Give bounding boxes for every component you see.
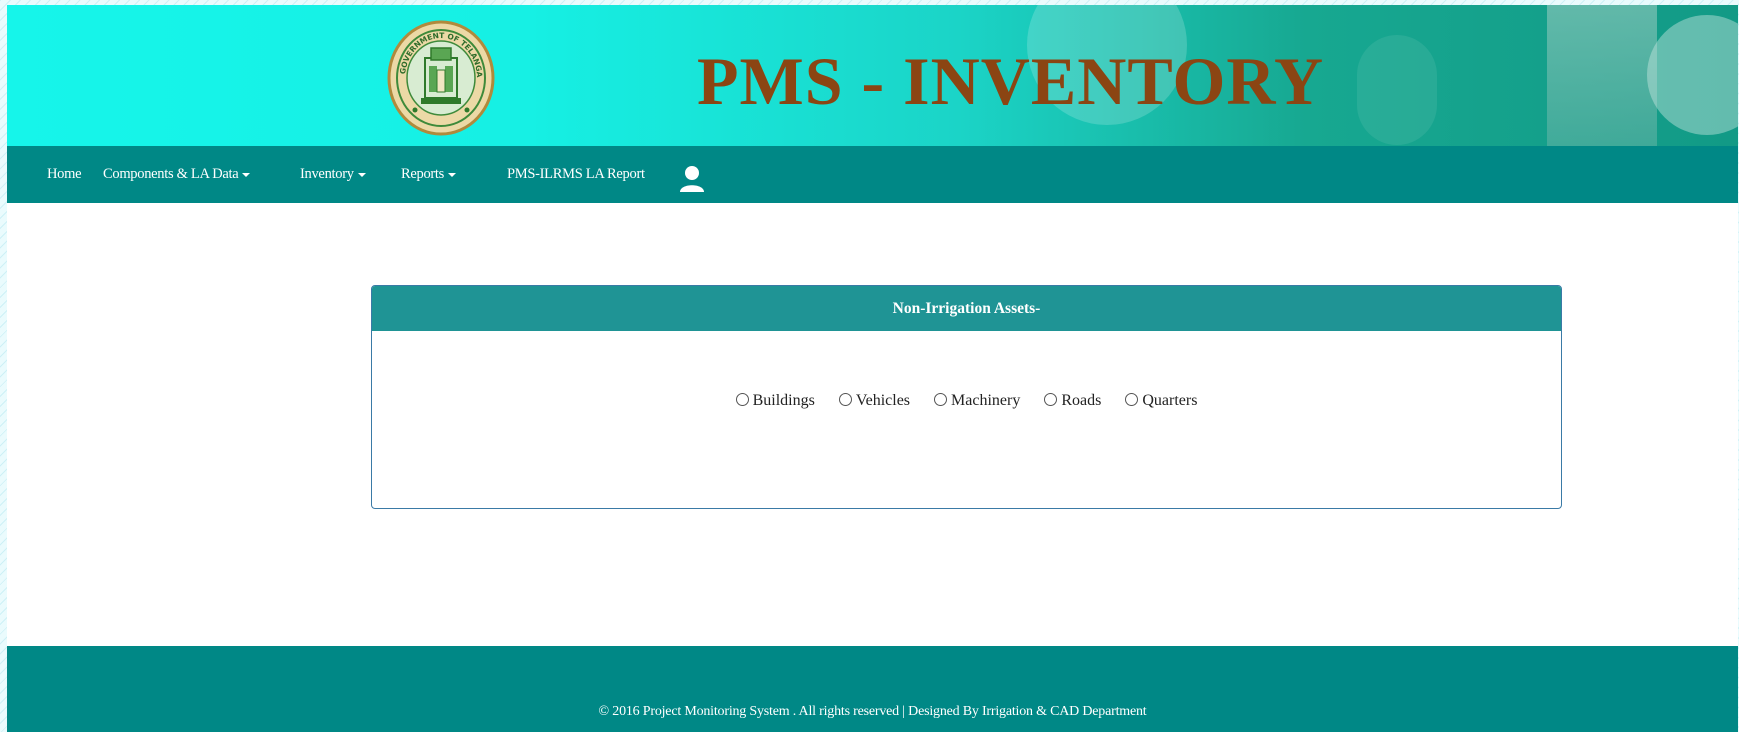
nav-components-la-data-label: Components & LA Data	[103, 166, 239, 182]
asset-type-radio-group: Buildings Vehicles Machinery Roads Quart…	[372, 392, 1561, 410]
radio-button[interactable]	[735, 393, 749, 406]
user-icon-graphic	[680, 166, 704, 192]
nav-pms-ilrms-la-report-label: PMS-ILRMS LA Report	[507, 166, 645, 182]
radio-roads-label: Roads	[1061, 392, 1102, 409]
chevron-down-icon	[357, 172, 366, 177]
banner-decoration	[1647, 15, 1738, 135]
radio-quarters[interactable]: Quarters	[1125, 392, 1197, 410]
nav-pms-ilrms-la-report[interactable]: PMS-ILRMS LA Report	[507, 146, 645, 203]
user-icon[interactable]	[679, 165, 705, 193]
radio-button[interactable]	[1125, 393, 1139, 406]
footer-copyright: © 2016 Project Monitoring System . All r…	[598, 704, 1147, 719]
banner-decoration	[1547, 5, 1657, 146]
radio-button[interactable]	[934, 393, 948, 406]
non-irrigation-assets-panel: Non-Irrigation Assets- Buildings Vehicle…	[371, 285, 1562, 509]
emblem-graphic: GOVERNMENT OF TELANGANA	[382, 11, 495, 136]
main-navbar: Home Components & LA Data Inventory Repo…	[7, 146, 1738, 203]
radio-quarters-label: Quarters	[1142, 392, 1198, 409]
page: GOVERNMENT OF TELANGANA PMS - INVENTORY …	[7, 5, 1738, 732]
nav-home[interactable]: Home	[47, 146, 82, 203]
nav-reports[interactable]: Reports	[401, 146, 457, 203]
page-footer: © 2016 Project Monitoring System . All r…	[7, 646, 1738, 732]
nav-inventory[interactable]: Inventory	[300, 146, 366, 203]
radio-roads[interactable]: Roads	[1044, 392, 1101, 410]
panel-heading: Non-Irrigation Assets-	[372, 286, 1561, 331]
radio-buildings-label: Buildings	[752, 392, 815, 409]
radio-button[interactable]	[1044, 393, 1058, 406]
nav-home-label: Home	[47, 166, 82, 182]
header-banner: GOVERNMENT OF TELANGANA PMS - INVENTORY	[7, 5, 1738, 146]
app-title: PMS - INVENTORY	[697, 43, 1325, 119]
nav-components-la-data[interactable]: Components & LA Data	[103, 146, 251, 203]
radio-vehicles[interactable]: Vehicles	[838, 392, 911, 410]
chevron-down-icon	[242, 172, 251, 177]
nav-inventory-label: Inventory	[300, 166, 354, 182]
chevron-down-icon	[448, 172, 457, 177]
radio-machinery[interactable]: Machinery	[934, 392, 1020, 410]
nav-reports-label: Reports	[401, 166, 445, 182]
government-emblem-icon: GOVERNMENT OF TELANGANA	[382, 11, 497, 138]
radio-machinery-label: Machinery	[951, 392, 1021, 409]
radio-button[interactable]	[838, 393, 852, 406]
radio-buildings[interactable]: Buildings	[735, 392, 815, 410]
banner-decoration	[1357, 35, 1437, 145]
radio-vehicles-label: Vehicles	[855, 392, 911, 409]
